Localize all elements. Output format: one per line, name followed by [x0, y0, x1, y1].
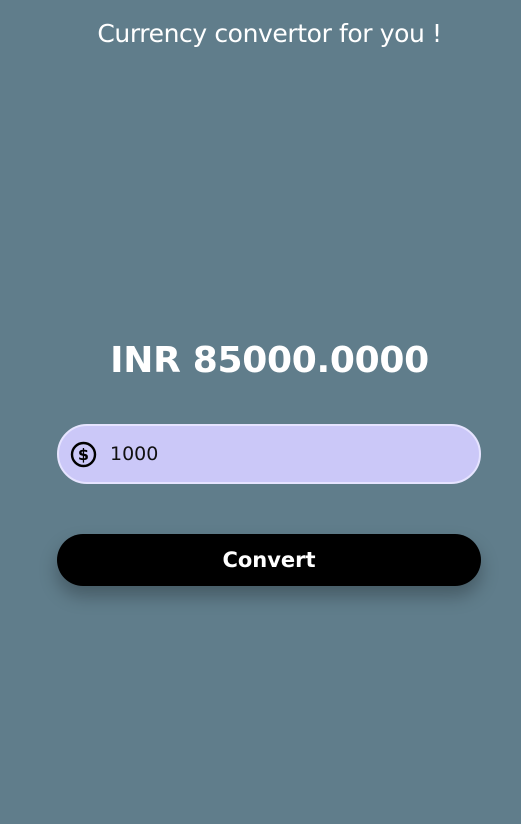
- app-title: Currency convertor for you !: [97, 19, 442, 48]
- svg-text:$: $: [78, 445, 89, 464]
- dollar-circle-icon: $: [69, 440, 98, 469]
- converted-amount: INR 85000.0000: [110, 340, 429, 381]
- convert-button[interactable]: Convert: [57, 534, 481, 586]
- amount-field[interactable]: $: [57, 424, 481, 484]
- amount-input[interactable]: [110, 443, 450, 465]
